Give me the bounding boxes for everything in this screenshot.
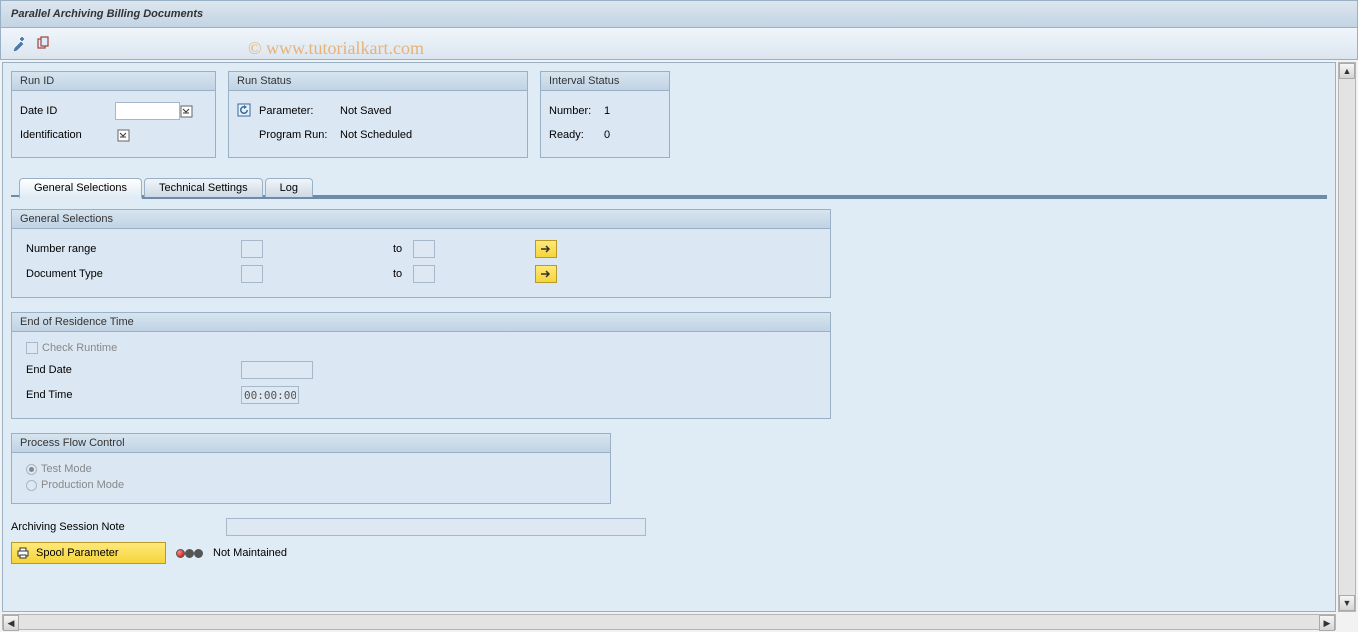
program-run-label: Program Run: — [255, 129, 340, 141]
program-run-value: Not Scheduled — [340, 129, 412, 141]
toolbar — [0, 28, 1358, 60]
run-status-group: Run Status Parameter: Not Saved Program … — [228, 71, 528, 158]
multiple-selection-button[interactable] — [535, 240, 557, 258]
number-label: Number: — [549, 105, 604, 117]
to-label: to — [263, 268, 413, 280]
check-runtime-checkbox[interactable] — [26, 342, 38, 354]
info-row: Run ID Date ID Identification — [11, 71, 1327, 158]
spool-parameter-button[interactable]: Spool Parameter — [11, 542, 166, 564]
end-time-input[interactable] — [241, 386, 299, 404]
number-range-label: Number range — [26, 243, 241, 255]
document-type-from-input[interactable] — [241, 265, 263, 283]
date-id-input[interactable] — [115, 102, 180, 120]
number-range-to-input[interactable] — [413, 240, 435, 258]
end-time-label: End Time — [26, 389, 241, 401]
content-area: Run ID Date ID Identification — [2, 62, 1336, 612]
test-mode-label: Test Mode — [41, 463, 92, 475]
to-label: to — [263, 243, 413, 255]
ready-label: Ready: — [549, 129, 604, 141]
parameter-value: Not Saved — [340, 105, 391, 117]
end-residence-group: End of Residence Time Check Runtime End … — [11, 312, 831, 419]
scroll-right-button[interactable]: ▶ — [1319, 615, 1335, 631]
page-title: Parallel Archiving Billing Documents — [11, 8, 203, 20]
production-mode-label: Production Mode — [41, 479, 124, 491]
archiving-note-input[interactable] — [226, 518, 646, 536]
scroll-left-button[interactable]: ◀ — [3, 615, 19, 631]
printer-icon — [16, 546, 30, 560]
end-date-input[interactable] — [241, 361, 313, 379]
document-type-to-input[interactable] — [413, 265, 435, 283]
title-bar: Parallel Archiving Billing Documents — [0, 0, 1358, 28]
copy-icon[interactable] — [33, 34, 53, 54]
general-selections-legend: General Selections — [12, 210, 830, 229]
end-residence-legend: End of Residence Time — [12, 313, 830, 332]
spool-button-label: Spool Parameter — [36, 547, 119, 559]
ready-value: 0 — [604, 129, 610, 141]
run-status-legend: Run Status — [229, 72, 527, 91]
scroll-up-button[interactable]: ▲ — [1339, 63, 1355, 79]
identification-label: Identification — [20, 129, 115, 141]
spool-status-label: Not Maintained — [213, 547, 287, 559]
document-type-label: Document Type — [26, 268, 241, 280]
run-id-legend: Run ID — [12, 72, 215, 91]
number-value: 1 — [604, 105, 610, 117]
tabs: General Selections Technical Settings Lo… — [19, 178, 1327, 199]
date-id-label: Date ID — [20, 105, 115, 117]
tab-general-selections[interactable]: General Selections — [19, 178, 142, 199]
general-selections-group: General Selections Number range to Docum… — [11, 209, 831, 298]
parameter-label: Parameter: — [255, 105, 340, 117]
interval-status-legend: Interval Status — [541, 72, 669, 91]
number-range-from-input[interactable] — [241, 240, 263, 258]
multiple-selection-button[interactable] — [535, 265, 557, 283]
process-flow-legend: Process Flow Control — [12, 434, 610, 453]
horizontal-scrollbar[interactable]: ◀ ▶ — [2, 614, 1336, 630]
test-mode-radio[interactable] — [26, 464, 37, 475]
wrench-icon[interactable] — [9, 34, 29, 54]
end-date-label: End Date — [26, 364, 241, 376]
process-flow-group: Process Flow Control Test Mode Productio… — [11, 433, 611, 504]
check-runtime-label: Check Runtime — [42, 342, 117, 354]
vertical-scrollbar[interactable]: ▲ ▼ — [1338, 62, 1356, 612]
tab-technical-settings[interactable]: Technical Settings — [144, 178, 263, 197]
matchcode-icon[interactable] — [178, 103, 194, 119]
run-id-group: Run ID Date ID Identification — [11, 71, 216, 158]
refresh-icon[interactable] — [237, 103, 255, 120]
matchcode-icon[interactable] — [115, 127, 131, 143]
archiving-note-label: Archiving Session Note — [11, 521, 226, 533]
tab-log[interactable]: Log — [265, 178, 313, 197]
interval-status-group: Interval Status Number: 1 Ready: 0 — [540, 71, 670, 158]
tab-content: General Selections Number range to Docum… — [11, 195, 1327, 564]
traffic-light-icon — [176, 549, 203, 558]
scroll-down-button[interactable]: ▼ — [1339, 595, 1355, 611]
production-mode-radio[interactable] — [26, 480, 37, 491]
